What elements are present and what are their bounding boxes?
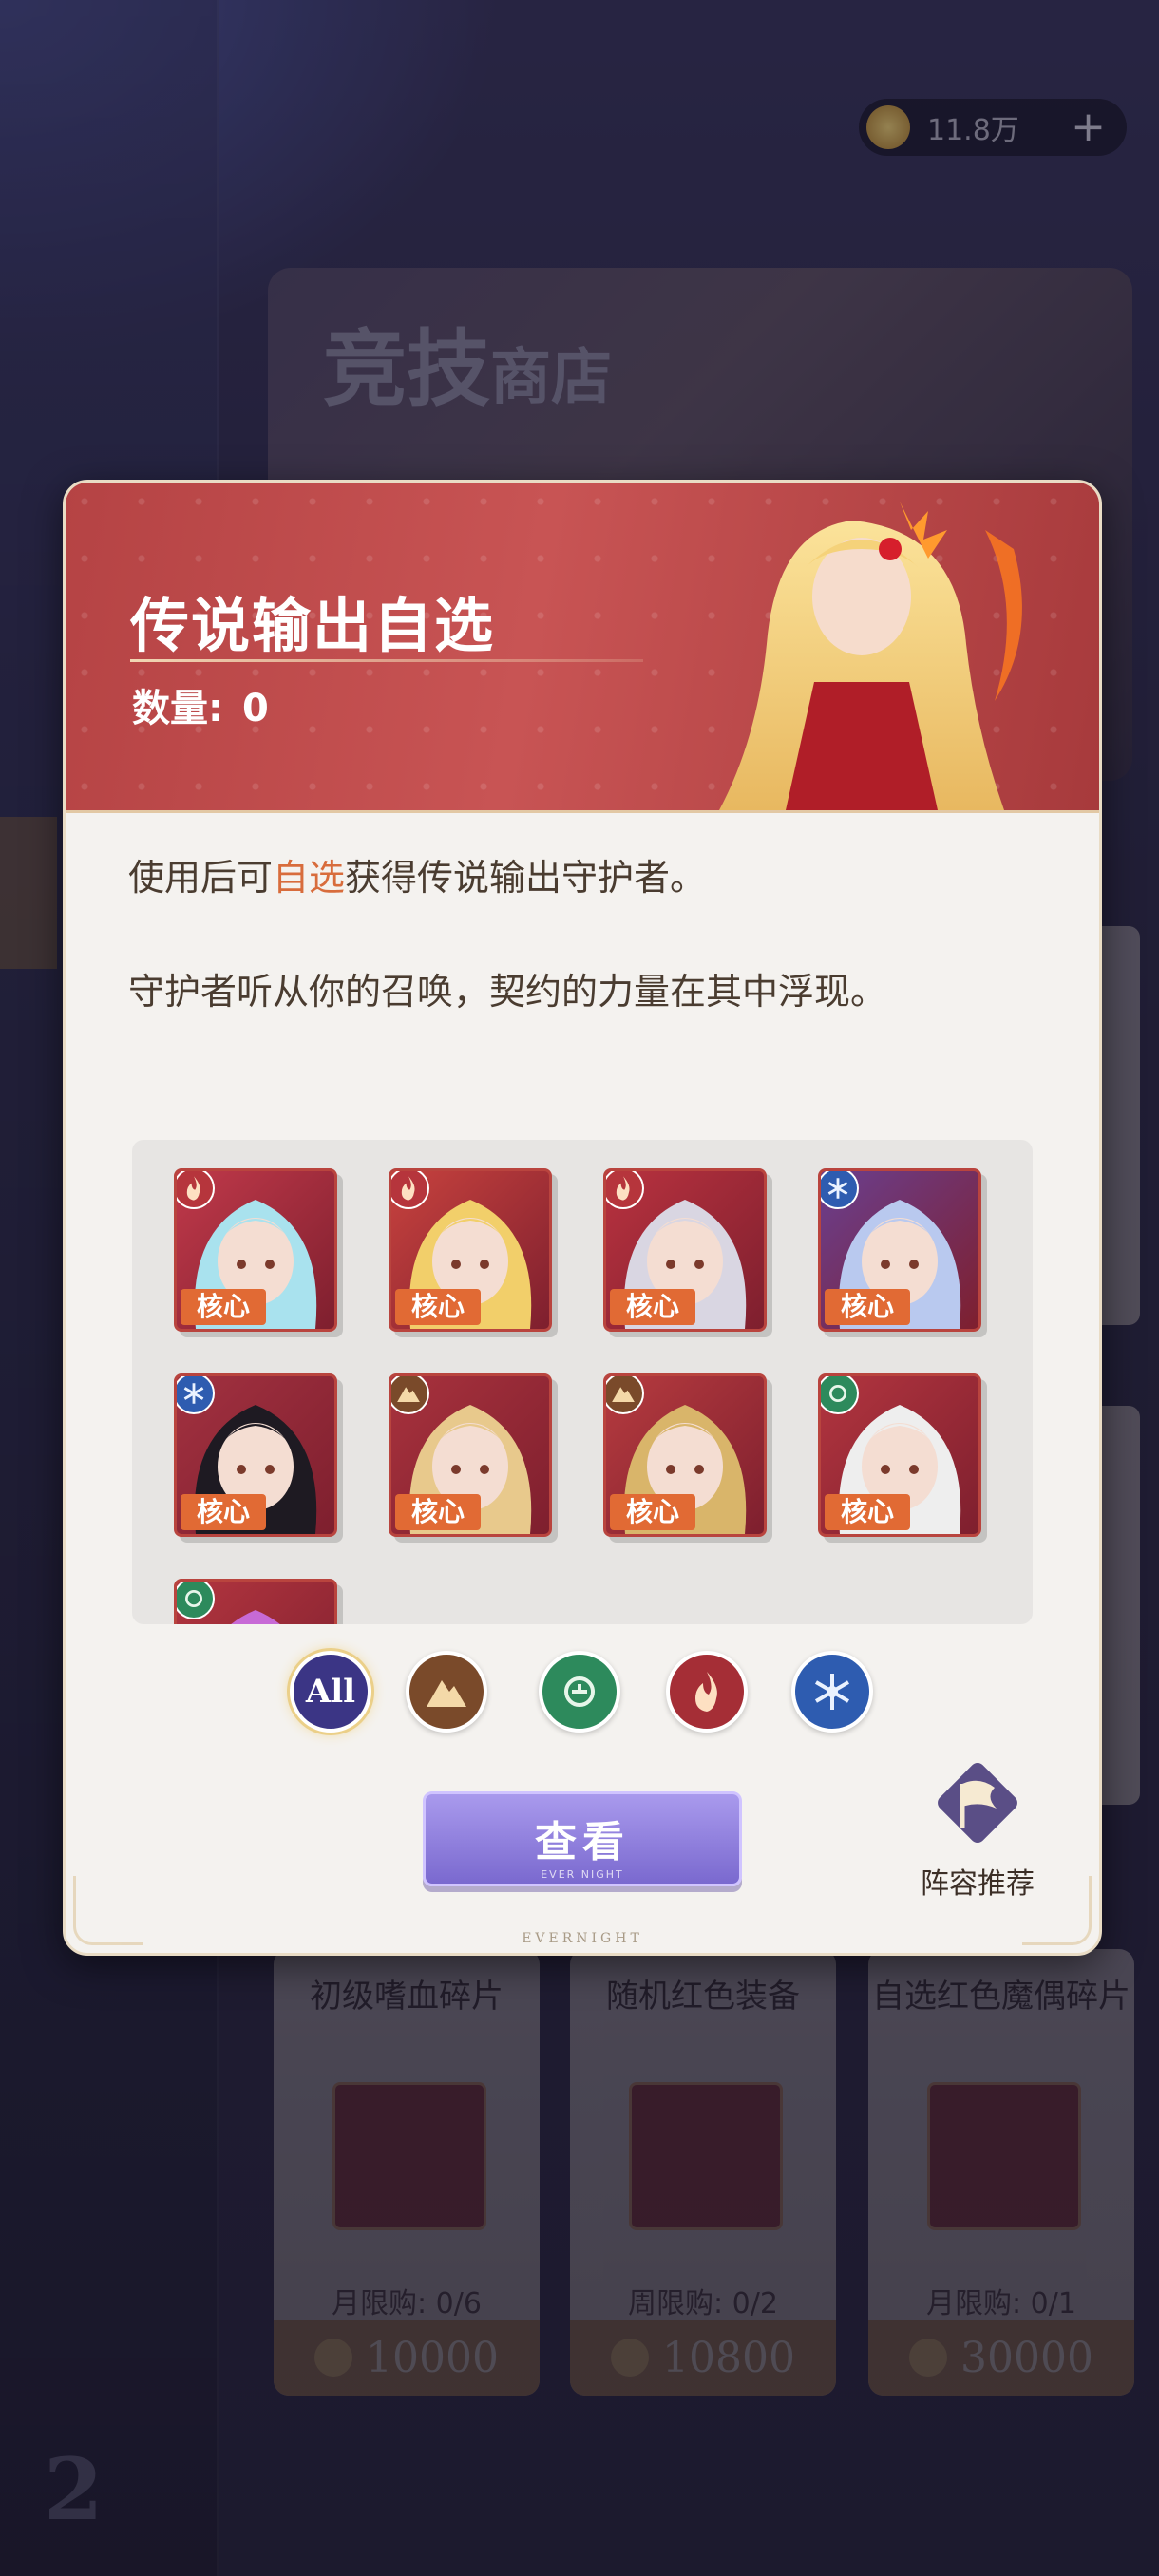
flag-icon	[938, 1763, 1017, 1843]
item-count: 数量: 0	[132, 677, 269, 732]
evernight-logo: EVERNIGHT	[522, 1931, 643, 1946]
hero-card[interactable]: 核心	[389, 1373, 552, 1537]
filter-wind-button[interactable]	[539, 1651, 620, 1733]
title-divider	[130, 659, 643, 662]
count-label: 数量:	[132, 687, 223, 730]
hero-card[interactable]: 核心	[603, 1168, 767, 1332]
hero-card[interactable]: 核心	[603, 1373, 767, 1537]
fire-element-icon	[391, 1171, 429, 1209]
wind-element-icon	[821, 1376, 859, 1414]
hero-card[interactable]: 核心	[174, 1168, 337, 1332]
ice-element-icon	[177, 1376, 215, 1414]
core-badge: 核心	[610, 1494, 695, 1530]
core-badge: 核心	[395, 1494, 481, 1530]
fire-element-icon	[606, 1171, 644, 1209]
filter-earth-button[interactable]	[406, 1651, 487, 1733]
element-filter-bar: All	[66, 1651, 1099, 1736]
core-badge: 核心	[610, 1289, 695, 1325]
snowflake-icon	[814, 1674, 850, 1710]
flame-icon	[695, 1672, 717, 1712]
hero-card[interactable]: 核心	[818, 1168, 981, 1332]
earth-element-icon	[391, 1376, 429, 1414]
item-description-2: 守护者听从你的召唤，契约的力量在其中浮现。	[128, 971, 887, 1013]
core-badge: 核心	[825, 1494, 910, 1530]
ice-element-icon	[821, 1171, 859, 1209]
wind-icon	[564, 1676, 595, 1707]
hero-card[interactable]: 核心	[389, 1168, 552, 1332]
filter-fire-button[interactable]	[666, 1651, 748, 1733]
hero-grid: 核心 核心 核心 核心 核心 核心 核心 核心	[132, 1140, 1033, 1624]
corner-ornament	[73, 1876, 142, 1945]
hero-illustration	[719, 502, 1022, 810]
highlight-text: 自选	[273, 857, 346, 899]
filter-ice-button[interactable]	[791, 1651, 873, 1733]
hero-card[interactable]: 核心	[818, 1373, 981, 1537]
item-description-1: 使用后可自选获得传说输出守护者。	[128, 857, 707, 899]
earth-element-icon	[606, 1376, 644, 1414]
core-badge: 核心	[180, 1494, 266, 1530]
fire-element-icon	[177, 1171, 215, 1209]
core-badge: 核心	[180, 1289, 266, 1325]
count-value: 0	[241, 687, 269, 730]
item-title: 传说输出自选	[130, 591, 496, 660]
wind-element-icon	[177, 1582, 215, 1619]
mountain-icon	[427, 1680, 466, 1707]
core-badge: 核心	[395, 1289, 481, 1325]
corner-ornament	[1022, 1876, 1092, 1945]
core-badge: 核心	[825, 1289, 910, 1325]
filter-all-button[interactable]: All	[290, 1651, 371, 1733]
hero-card[interactable]	[174, 1579, 337, 1624]
modal-header: 传说输出自选 数量: 0	[66, 483, 1099, 813]
item-detail-modal: 传说输出自选 数量: 0 使用后可自选获得传说输出守护者。 守护者听从你的召唤，…	[63, 480, 1102, 1956]
view-button[interactable]: 查看 EVER NIGHT	[423, 1791, 742, 1886]
hero-card[interactable]: 核心	[174, 1373, 337, 1537]
